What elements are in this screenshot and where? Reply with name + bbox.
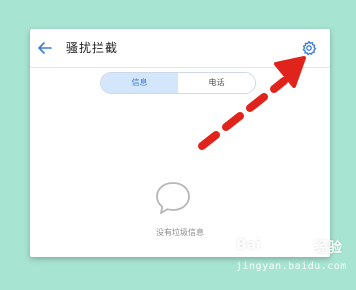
arrow-dash-2 — [222, 112, 244, 131]
arrow-dash-4 — [270, 77, 288, 93]
arrow-dash-3 — [246, 93, 268, 112]
speech-bubble-icon — [154, 179, 192, 217]
arrow-dash-1 — [198, 131, 220, 150]
watermark: Bai 经验 jingyan.baidu.com — [230, 231, 354, 287]
tab-messages[interactable]: 信息 — [101, 73, 178, 93]
red-dashed-arrow — [198, 56, 306, 150]
back-arrow-icon[interactable] — [36, 39, 54, 57]
paw-icon — [290, 235, 310, 255]
page-title: 骚扰拦截 — [66, 41, 119, 55]
watermark-brand-2: 经验 — [314, 240, 342, 256]
watermark-brand: Bai — [236, 237, 261, 253]
watermark-url: jingyan.baidu.com — [236, 261, 347, 272]
